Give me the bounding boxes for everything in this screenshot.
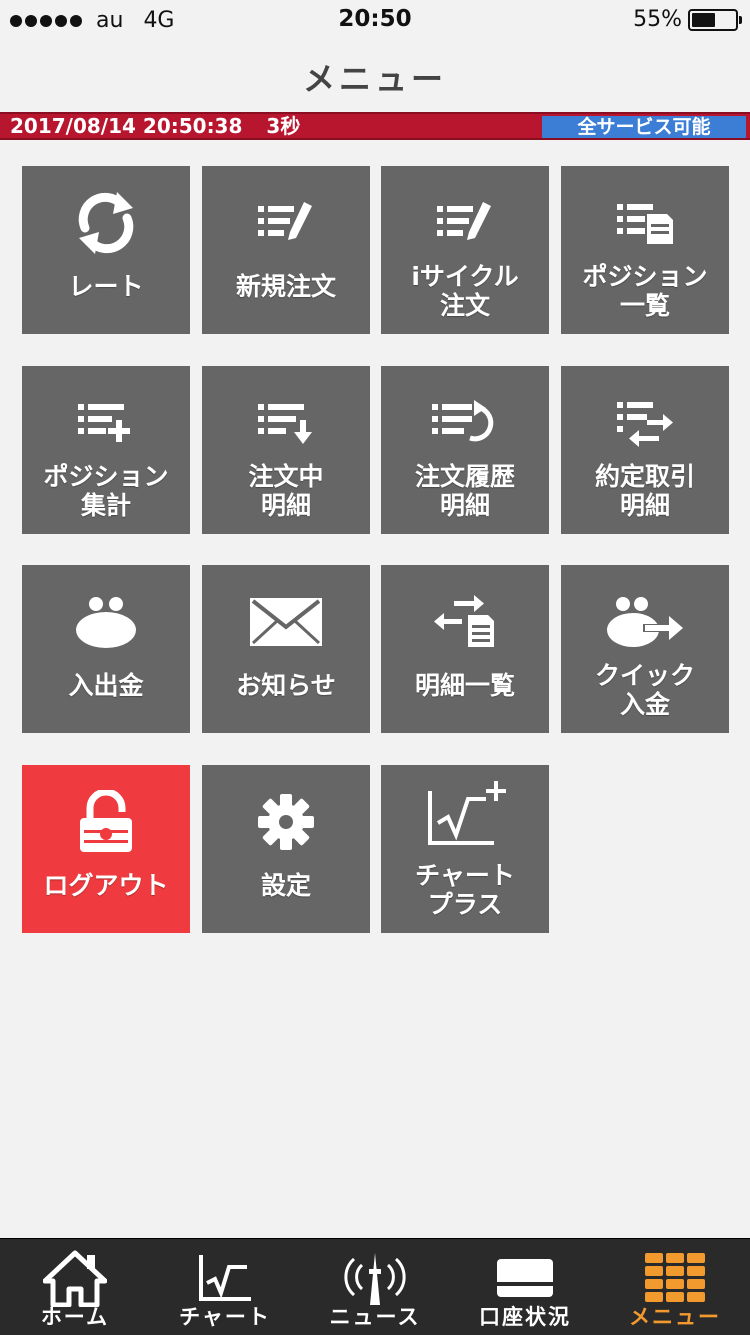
order-list-icon <box>381 188 549 258</box>
menu-tile-position-list[interactable]: ポジション 一覧 <box>561 166 729 334</box>
tile-label: 約定取引 明細 <box>594 462 695 520</box>
tile-label: ポジション 集計 <box>43 462 169 520</box>
tile-label: ポジション 一覧 <box>582 262 708 320</box>
gear-icon <box>202 787 370 857</box>
update-datetime: 2017/08/14 20:50:38 <box>10 114 243 138</box>
tile-label: チャート プラス <box>415 861 515 919</box>
purse-arrow-icon <box>561 587 729 657</box>
menu-tile-logout[interactable]: ログアウト <box>22 765 190 933</box>
battery-icon <box>688 8 742 31</box>
tab-label: 口座状況 <box>479 1305 571 1329</box>
menu-tile-settings[interactable]: 設定 <box>202 765 370 933</box>
tile-label: レート <box>68 272 144 301</box>
tile-label: クイック 入金 <box>594 661 695 719</box>
list-plus-icon <box>22 388 190 458</box>
tab-label: ホーム <box>40 1305 110 1329</box>
status-bar: au 4G 20:50 55% <box>0 0 750 42</box>
menu-tile-order-history[interactable]: 注文履歴 明細 <box>381 366 549 534</box>
tab-home[interactable]: ホーム <box>0 1239 150 1335</box>
menu-tile-deposit-withdraw[interactable]: 入出金 <box>22 565 190 733</box>
tile-label: 注文中 明細 <box>248 462 324 520</box>
menu-tile-icycle-order[interactable]: iサイクル 注文 <box>381 166 549 334</box>
tab-menu[interactable]: メニュー <box>600 1239 750 1335</box>
tile-label: 入出金 <box>68 671 144 700</box>
tab-label: ニュース <box>329 1305 421 1329</box>
service-status-badge: 全サービス可能 <box>542 116 746 138</box>
chart-plus-icon <box>381 779 549 849</box>
list-exchange-icon <box>561 388 729 458</box>
tab-label: メニュー <box>629 1305 721 1329</box>
home-icon <box>0 1249 150 1307</box>
menu-tile-executed-trades[interactable]: 約定取引 明細 <box>561 366 729 534</box>
tab-chart[interactable]: チャート <box>150 1239 300 1335</box>
tile-label: ログアウト <box>43 871 169 900</box>
card-icon <box>450 1249 600 1307</box>
menu-tile-new-order[interactable]: 新規注文 <box>202 166 370 334</box>
menu-tile-notices[interactable]: お知らせ <box>202 565 370 733</box>
tile-label: 明細一覧 <box>414 671 515 700</box>
refresh-icon <box>22 188 190 258</box>
purse-icon <box>22 587 190 657</box>
broadcast-tower-icon <box>300 1249 450 1307</box>
menu-tile-position-summary[interactable]: ポジション 集計 <box>22 366 190 534</box>
menu-tile-chart-plus[interactable]: チャート プラス <box>381 765 549 933</box>
update-interval: 3秒 <box>266 114 301 138</box>
tile-label: お知らせ <box>236 671 336 700</box>
menu-tile-statement-list[interactable]: 明細一覧 <box>381 565 549 733</box>
tile-label: 注文履歴 明細 <box>414 462 515 520</box>
info-bar: 2017/08/14 20:50:38 3秒 全サービス可能 <box>0 112 750 140</box>
list-down-arrow-icon <box>202 388 370 458</box>
tile-label: iサイクル 注文 <box>411 262 519 320</box>
tile-label: 新規注文 <box>235 272 336 301</box>
padlock-icon <box>22 787 190 857</box>
list-history-icon <box>381 388 549 458</box>
menu-tile-rate[interactable]: レート <box>22 166 190 334</box>
exchange-document-icon <box>381 587 549 657</box>
page-title: メニュー <box>302 60 447 98</box>
battery-percent: 55% <box>633 7 682 32</box>
tab-news[interactable]: ニュース <box>300 1239 450 1335</box>
grid-menu-icon <box>600 1249 750 1307</box>
menu-tile-pending-orders[interactable]: 注文中 明細 <box>202 366 370 534</box>
order-list-icon <box>202 188 370 258</box>
tab-label: チャート <box>179 1305 271 1329</box>
menu-tile-quick-deposit[interactable]: クイック 入金 <box>561 565 729 733</box>
chart-icon <box>150 1249 300 1307</box>
tab-bar: ホーム チャート ニュース 口座状況 メニュー <box>0 1238 750 1335</box>
tile-label: 設定 <box>260 871 311 900</box>
tab-account-status[interactable]: 口座状況 <box>450 1239 600 1335</box>
list-document-icon <box>561 188 729 258</box>
envelope-icon <box>202 587 370 657</box>
